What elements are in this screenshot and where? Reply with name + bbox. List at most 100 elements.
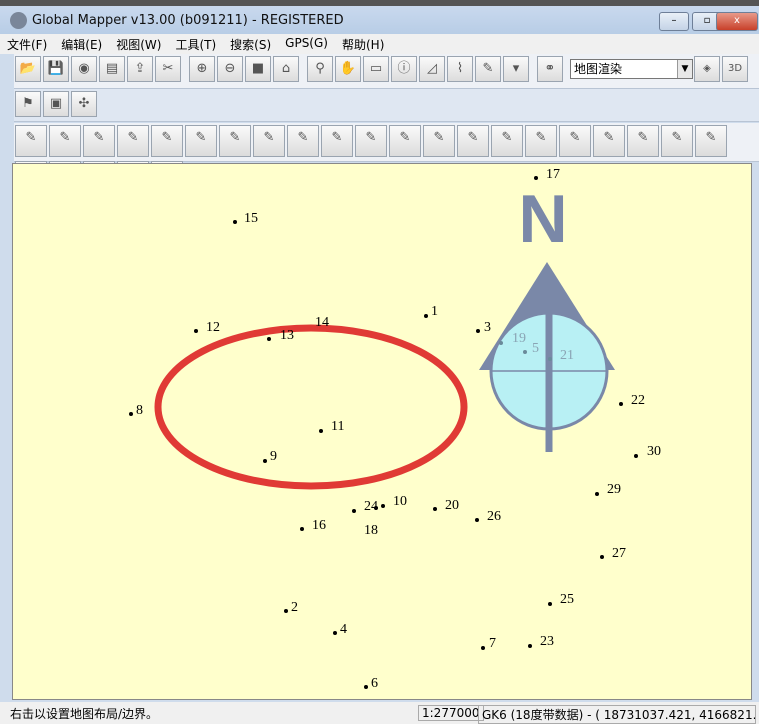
point-marker[interactable] [634,454,638,458]
point-marker[interactable] [267,337,271,341]
point-label: 18 [364,523,378,538]
point-marker[interactable] [499,341,503,345]
map-canvas[interactable]: N 17 15 12 13 14 1 3 19 5 21 8 11 9 22 30 29 10 24 18 20 26 1… [12,163,752,700]
digitizer-tool-icon[interactable]: ✎ [321,125,353,157]
digitizer-tool-icon[interactable]: ✎ [49,125,81,157]
point-marker[interactable] [263,459,267,463]
north-label: N [518,181,567,257]
menu-file[interactable]: 文件(F) [0,34,54,54]
point-marker[interactable] [352,509,356,513]
point-label: 21 [560,348,574,363]
point-label: 5 [532,341,539,356]
binoculars-icon[interactable]: ⚭ [537,56,563,82]
3d-view-icon[interactable]: 3D [722,56,748,82]
point-marker[interactable] [300,527,304,531]
menu-bar: 文件(F) 编辑(E) 视图(W) 工具(T) 搜索(S) GPS(G) 帮助(… [0,34,759,54]
point-marker[interactable] [476,329,480,333]
point-marker[interactable] [600,555,604,559]
device-icon[interactable]: ▣ [43,91,69,117]
digitizer-tool-icon[interactable]: ✎ [627,125,659,157]
digitizer-tool-icon[interactable]: ✎ [593,125,625,157]
point-marker[interactable] [194,329,198,333]
digitizer-tool-icon[interactable]: ✎ [491,125,523,157]
digitizer-tool-icon[interactable]: ✎ [185,125,217,157]
point-marker[interactable] [364,685,368,689]
info-icon[interactable]: ⓘ [391,56,417,82]
zoom-tool-icon[interactable]: ⚲ [307,56,333,82]
point-marker[interactable] [381,504,385,508]
point-marker[interactable] [528,644,532,648]
close-button[interactable]: x [716,12,758,31]
profile-icon[interactable]: ◿ [419,56,445,82]
point-marker[interactable] [523,350,527,354]
point-marker[interactable] [319,429,323,433]
point-marker[interactable] [548,357,552,361]
digitizer-tool-icon[interactable]: ✎ [389,125,421,157]
chevron-down-icon: ▼ [677,60,692,78]
globe-icon[interactable]: ◉ [71,56,97,82]
menu-edit[interactable]: 编辑(E) [54,34,109,54]
home-icon[interactable]: ⌂ [273,56,299,82]
point-marker[interactable] [233,220,237,224]
point-marker[interactable] [284,609,288,613]
export-icon[interactable]: ⇪ [127,56,153,82]
dropdown-icon[interactable]: ▾ [503,56,529,82]
point-marker[interactable] [433,507,437,511]
digitizer-tool-icon[interactable]: ✎ [83,125,115,157]
digitizer-tool-icon[interactable]: ✎ [253,125,285,157]
zoom-out-icon[interactable]: ⊖ [217,56,243,82]
point-label: 26 [487,509,501,524]
digitizer-tool-icon[interactable]: ✎ [695,125,727,157]
digitizer-tool-icon[interactable]: ✎ [355,125,387,157]
highlight-ellipse [154,324,468,490]
point-marker[interactable] [481,646,485,650]
point-marker[interactable] [595,492,599,496]
point-label: 23 [540,634,554,649]
tools-icon[interactable]: ✂ [155,56,181,82]
point-label: 30 [647,444,661,459]
digitizer-tool-icon[interactable]: ✎ [15,125,47,157]
point-marker[interactable] [619,402,623,406]
layout-icon[interactable]: ▤ [99,56,125,82]
digitize-icon[interactable]: ✎ [475,56,501,82]
digitizer-tool-icon[interactable]: ✎ [151,125,183,157]
full-view-icon[interactable]: ■ [245,56,271,82]
save-icon[interactable]: 💾 [43,56,69,82]
point-marker[interactable] [129,412,133,416]
point-label: 27 [612,546,626,561]
digitizer-tool-icon[interactable]: ✎ [423,125,455,157]
window-title: Global Mapper v13.00 (b091211) - REGISTE… [32,13,344,28]
digitizer-tool-icon[interactable]: ✎ [219,125,251,157]
tower-icon[interactable]: ⌇ [447,56,473,82]
digitizer-tool-icon[interactable]: ✎ [457,125,489,157]
digitizer-tool-icon[interactable]: ✎ [117,125,149,157]
measure-icon[interactable]: ▭ [363,56,389,82]
point-marker[interactable] [475,518,479,522]
zoom-in-icon[interactable]: ⊕ [189,56,215,82]
point-label: 15 [244,211,258,226]
waypoints-icon[interactable]: ✣ [71,91,97,117]
minimize-button[interactable]: – [659,12,689,31]
shader-icon[interactable]: ◈ [694,56,720,82]
app-icon [10,12,27,29]
point-marker[interactable] [424,314,428,318]
flag-icon[interactable]: ⚑ [15,91,41,117]
digitizer-tool-icon[interactable]: ✎ [525,125,557,157]
pan-icon[interactable]: ✋ [335,56,361,82]
render-select[interactable]: 地图渲染 ▼ [570,59,693,79]
point-marker[interactable] [333,631,337,635]
menu-tools[interactable]: 工具(T) [168,34,223,54]
map-svg: N 171512131413195 21811922302910241820261… [129,167,661,691]
menu-help[interactable]: 帮助(H) [335,34,391,54]
digitizer-tool-icon[interactable]: ✎ [559,125,591,157]
menu-search[interactable]: 搜索(S) [223,34,278,54]
digitizer-tool-icon[interactable]: ✎ [287,125,319,157]
status-message: 右击以设置地图布局/边界。 [10,707,159,721]
point-marker[interactable] [548,602,552,606]
point-label: 24 [364,499,378,514]
point-marker[interactable] [534,176,538,180]
open-icon[interactable]: 📂 [15,56,41,82]
digitizer-tool-icon[interactable]: ✎ [661,125,693,157]
menu-gps[interactable]: GPS(G) [278,34,335,54]
menu-view[interactable]: 视图(W) [109,34,168,54]
